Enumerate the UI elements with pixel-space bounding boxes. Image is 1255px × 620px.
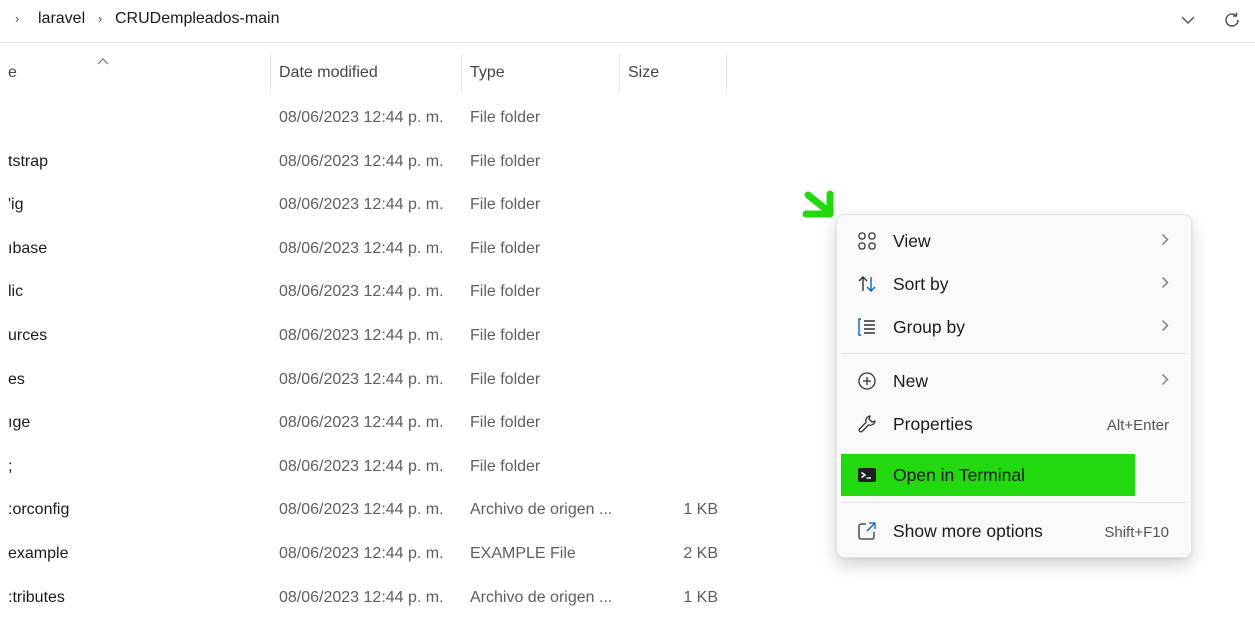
menu-item-new[interactable]: New xyxy=(837,361,1191,401)
file-name: ; xyxy=(8,457,13,475)
file-row[interactable]: :tributes 08/06/2023 12:44 p. m. Archivo… xyxy=(0,577,740,620)
file-name: 'ig xyxy=(8,196,24,214)
file-row[interactable]: ıbase 08/06/2023 12:44 p. m. File folder xyxy=(0,228,740,272)
file-name: :orconfig xyxy=(8,501,70,519)
file-date: 08/06/2023 12:44 p. m. xyxy=(279,544,444,562)
file-name: urces xyxy=(8,326,48,344)
file-row[interactable]: 08/06/2023 12:44 p. m. File folder xyxy=(0,97,740,141)
file-size: 1 KB xyxy=(683,501,718,519)
menu-item-sort-by[interactable]: Sort by xyxy=(837,264,1191,304)
plus-circle-icon xyxy=(855,369,879,393)
refresh-icon[interactable] xyxy=(1220,8,1244,32)
green-arrow-icon xyxy=(800,190,840,227)
chevron-right-icon xyxy=(1161,319,1169,337)
menu-divider xyxy=(841,353,1186,354)
file-date: 08/06/2023 12:44 p. m. xyxy=(279,326,444,344)
external-options-icon xyxy=(855,519,879,543)
file-type: File folder xyxy=(470,457,541,475)
file-type: File folder xyxy=(470,109,541,126)
menu-label-open-in-terminal: Open in Terminal xyxy=(893,465,1025,485)
column-divider[interactable] xyxy=(726,54,727,92)
file-name: tstrap xyxy=(8,152,49,170)
file-type: EXAMPLE File xyxy=(470,544,576,562)
menu-item-show-more-options[interactable]: Show more options Shift+F10 xyxy=(837,511,1191,551)
menu-label-sort-by: Sort by xyxy=(893,274,949,294)
column-divider[interactable] xyxy=(619,54,620,92)
menu-item-group-by[interactable]: Group by xyxy=(837,307,1191,347)
file-date: 08/06/2023 12:44 p. m. xyxy=(279,588,444,606)
file-type: File folder xyxy=(470,196,541,214)
file-type: File folder xyxy=(470,152,541,170)
file-list: 08/06/2023 12:44 p. m. File folder tstra… xyxy=(0,97,740,620)
column-header-size[interactable]: Size xyxy=(628,64,659,82)
file-row[interactable]: ıge 08/06/2023 12:44 p. m. File folder xyxy=(0,402,740,446)
menu-label-show-more-options: Show more options xyxy=(893,521,1043,541)
column-header-date-modified[interactable]: Date modified xyxy=(279,64,378,82)
menu-item-view[interactable]: View xyxy=(837,221,1191,261)
file-date: 08/06/2023 12:44 p. m. xyxy=(279,239,444,257)
chevron-down-icon[interactable] xyxy=(1176,8,1200,32)
file-row[interactable]: 'ig 08/06/2023 12:44 p. m. File folder xyxy=(0,184,740,228)
file-row[interactable]: urces 08/06/2023 12:44 p. m. File folder xyxy=(0,315,740,359)
file-name: ıge xyxy=(8,414,31,432)
column-header-type[interactable]: Type xyxy=(470,64,505,82)
grid-view-icon xyxy=(855,229,879,253)
group-icon xyxy=(855,315,879,339)
sort-caret-up-icon xyxy=(97,52,109,70)
menu-label-properties: Properties xyxy=(893,414,973,434)
file-date: 08/06/2023 12:44 p. m. xyxy=(279,414,444,432)
file-type: File folder xyxy=(470,326,541,344)
menu-label-view: View xyxy=(893,231,931,251)
address-bar[interactable]: › laravel › CRUDempleados-main xyxy=(0,0,1255,43)
terminal-icon xyxy=(855,463,879,487)
menu-item-open-in-terminal[interactable]: Open in Terminal xyxy=(837,455,1191,495)
wrench-icon xyxy=(855,412,879,436)
file-row[interactable]: es 08/06/2023 12:44 p. m. File folder xyxy=(0,359,740,403)
menu-label-new: New xyxy=(893,371,929,391)
file-type: File folder xyxy=(470,370,541,388)
shortcut-show-more-options: Shift+F10 xyxy=(1104,524,1169,541)
file-type: Archivo de origen ... xyxy=(470,501,613,519)
file-size: 2 KB xyxy=(683,544,718,562)
file-date: 08/06/2023 12:44 p. m. xyxy=(279,109,444,126)
sort-icon xyxy=(855,272,879,296)
menu-item-properties[interactable]: Properties Alt+Enter xyxy=(837,404,1191,444)
column-divider[interactable] xyxy=(461,54,462,92)
file-date: 08/06/2023 12:44 p. m. xyxy=(279,370,444,388)
file-date: 08/06/2023 12:44 p. m. xyxy=(279,196,444,214)
file-type: File folder xyxy=(470,239,541,257)
breadcrumb-item-laravel[interactable]: laravel xyxy=(38,10,85,28)
file-date: 08/06/2023 12:44 p. m. xyxy=(279,457,444,475)
file-type: Archivo de origen ... xyxy=(470,588,613,606)
file-name: :tributes xyxy=(8,588,65,606)
file-date: 08/06/2023 12:44 p. m. xyxy=(279,152,444,170)
breadcrumb-item-current-folder[interactable]: CRUDempleados-main xyxy=(115,10,280,28)
file-row[interactable]: ; 08/06/2023 12:44 p. m. File folder xyxy=(0,446,740,490)
file-date: 08/06/2023 12:44 p. m. xyxy=(279,501,444,519)
menu-divider xyxy=(841,502,1186,503)
file-name: es xyxy=(8,370,25,388)
column-divider[interactable] xyxy=(270,54,271,92)
file-row[interactable]: example 08/06/2023 12:44 p. m. EXAMPLE F… xyxy=(0,533,740,577)
breadcrumb-chevron-icon: › xyxy=(98,11,103,26)
chevron-right-icon xyxy=(1161,276,1169,294)
file-date: 08/06/2023 12:44 p. m. xyxy=(279,283,444,301)
file-row[interactable]: lic 08/06/2023 12:44 p. m. File folder xyxy=(0,271,740,315)
file-size: 1 KB xyxy=(683,588,718,606)
file-name: example xyxy=(8,544,69,562)
chevron-right-icon xyxy=(1161,373,1169,391)
context-menu: View Sort by Group by New Properties Alt… xyxy=(836,214,1192,558)
file-name: lic xyxy=(8,283,24,301)
file-row[interactable]: tstrap 08/06/2023 12:44 p. m. File folde… xyxy=(0,141,740,185)
column-header-name[interactable]: e xyxy=(8,64,17,82)
file-type: File folder xyxy=(470,414,541,432)
chevron-right-icon xyxy=(1161,233,1169,251)
file-type: File folder xyxy=(470,283,541,301)
menu-label-group-by: Group by xyxy=(893,317,965,337)
shortcut-properties: Alt+Enter xyxy=(1106,417,1169,434)
breadcrumb-chevron-icon: › xyxy=(15,11,20,26)
file-name: ıbase xyxy=(8,239,48,257)
file-row[interactable]: :orconfig 08/06/2023 12:44 p. m. Archivo… xyxy=(0,489,740,533)
